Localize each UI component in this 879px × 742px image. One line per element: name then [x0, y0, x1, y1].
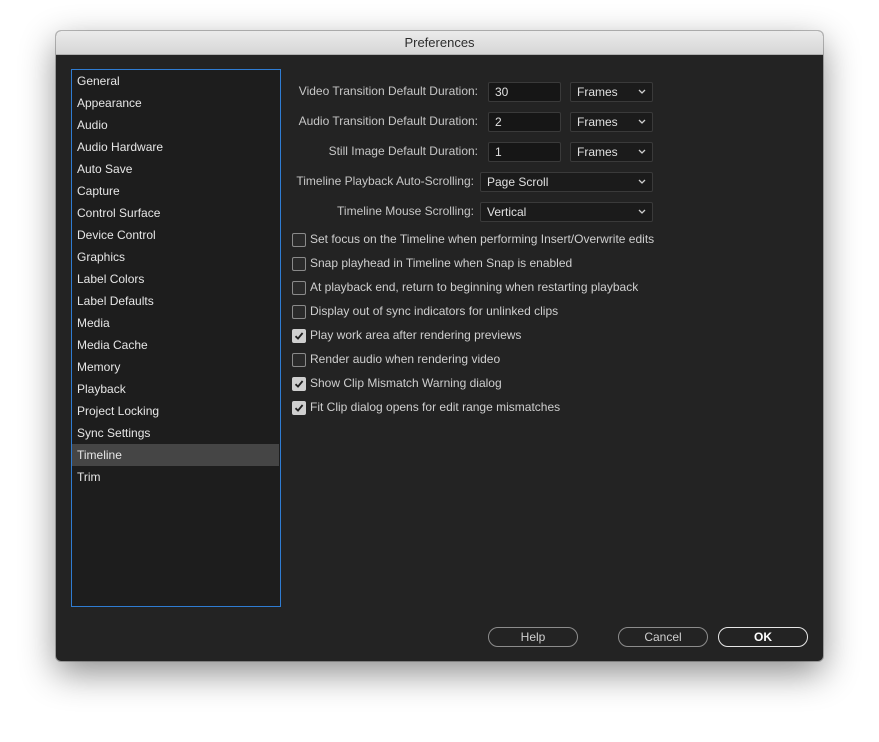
checkbox[interactable] — [292, 281, 306, 295]
checkbox-label: Snap playhead in Timeline when Snap is e… — [310, 256, 573, 270]
dropdown-value: Vertical — [487, 205, 527, 219]
mouse-scrolling-dropdown[interactable]: Vertical — [480, 202, 653, 222]
checkbox[interactable] — [292, 401, 306, 415]
checkbox[interactable] — [292, 377, 306, 391]
checkbox-label: Show Clip Mismatch Warning dialog — [310, 376, 502, 390]
checkbox-label: Play work area after rendering previews — [310, 328, 522, 342]
checkbox[interactable] — [292, 305, 306, 319]
checkmark-icon — [294, 380, 304, 388]
checkbox-label: At playback end, return to beginning whe… — [310, 280, 639, 294]
window-title: Preferences — [56, 31, 823, 55]
chevron-down-icon — [638, 89, 646, 94]
checkmark-icon — [294, 332, 304, 340]
chevron-down-icon — [638, 209, 646, 214]
dropdown-value: Frames — [577, 115, 618, 129]
chevron-down-icon — [638, 119, 646, 124]
chevron-down-icon — [638, 179, 646, 184]
audio-transition-duration-field[interactable]: 2 — [488, 112, 561, 132]
sidebar-item-media-cache[interactable]: Media Cache — [72, 334, 280, 356]
still-image-duration-field[interactable]: 1 — [488, 142, 561, 162]
checkbox[interactable] — [292, 329, 306, 343]
sidebar-item-playback[interactable]: Playback — [72, 378, 280, 400]
dropdown-value: Frames — [577, 145, 618, 159]
dropdown-value: Frames — [577, 85, 618, 99]
sidebar-item-timeline[interactable]: Timeline — [72, 444, 279, 466]
video-transition-unit-dropdown[interactable]: Frames — [570, 82, 653, 102]
cancel-button[interactable]: Cancel — [618, 627, 708, 647]
sidebar-item-label-defaults[interactable]: Label Defaults — [72, 290, 280, 312]
sidebar-item-sync-settings[interactable]: Sync Settings — [72, 422, 280, 444]
auto-scrolling-dropdown[interactable]: Page Scroll — [480, 172, 653, 192]
video-transition-duration-field[interactable]: 30 — [488, 82, 561, 102]
auto-scrolling-label: Timeline Playback Auto-Scrolling: — [296, 174, 474, 188]
sidebar-item-label-colors[interactable]: Label Colors — [72, 268, 280, 290]
preferences-dialog: Preferences General Appearance Audio Audio … — [56, 31, 823, 661]
audio-transition-unit-dropdown[interactable]: Frames — [570, 112, 653, 132]
sidebar-item-memory[interactable]: Memory — [72, 356, 280, 378]
sidebar-item-project-locking[interactable]: Project Locking — [72, 400, 280, 422]
help-button[interactable]: Help — [488, 627, 578, 647]
checkmark-icon — [294, 404, 304, 412]
mouse-scrolling-label: Timeline Mouse Scrolling: — [337, 204, 474, 218]
still-image-label: Still Image Default Duration: — [328, 144, 478, 158]
checkbox-label: Fit Clip dialog opens for edit range mis… — [310, 400, 561, 414]
audio-transition-label: Audio Transition Default Duration: — [298, 114, 478, 128]
checkbox-label: Render audio when rendering video — [310, 352, 501, 366]
checkbox-label: Set focus on the Timeline when performin… — [310, 232, 655, 246]
sidebar-item-trim[interactable]: Trim — [72, 466, 280, 488]
ok-button[interactable]: OK — [718, 627, 808, 647]
chevron-down-icon — [638, 149, 646, 154]
dropdown-value: Page Scroll — [487, 175, 549, 189]
checkbox[interactable] — [292, 257, 306, 271]
video-transition-label: Video Transition Default Duration: — [298, 84, 478, 98]
checkbox-label: Display out of sync indicators for unlin… — [310, 304, 559, 318]
sidebar-item-graphics[interactable]: Graphics — [72, 246, 280, 268]
still-image-unit-dropdown[interactable]: Frames — [570, 142, 653, 162]
sidebar-item-device-control[interactable]: Device Control — [72, 224, 280, 246]
checkbox[interactable] — [292, 353, 306, 367]
checkbox[interactable] — [292, 233, 306, 247]
sidebar-item-media[interactable]: Media — [72, 312, 280, 334]
